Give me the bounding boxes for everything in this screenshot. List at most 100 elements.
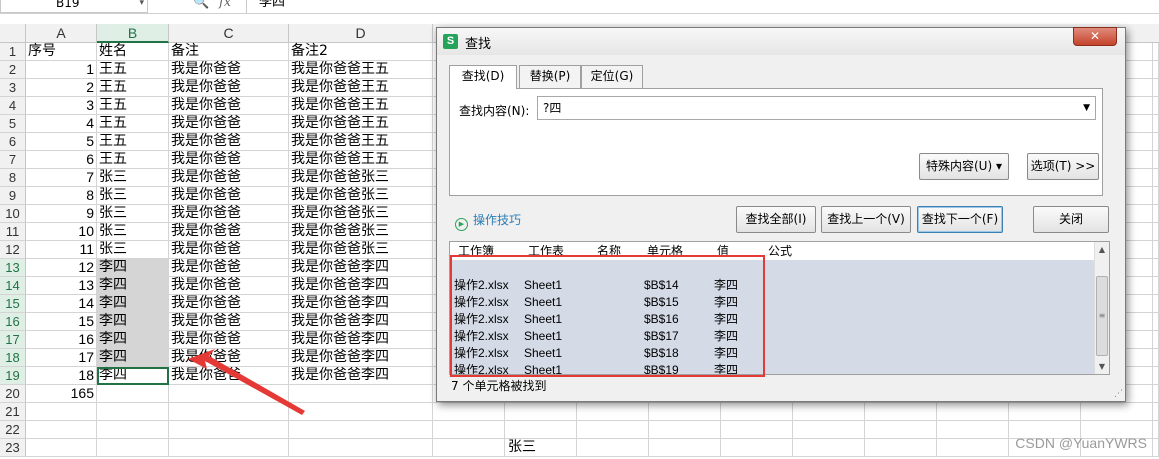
cell-d2[interactable]: 我是你爸爸王五 — [289, 61, 433, 79]
find-prev-button[interactable]: 查找上一个(V) — [821, 206, 911, 233]
name-box[interactable]: B19 ▾ — [0, 0, 148, 13]
cell-c10[interactable]: 我是你爸爸 — [169, 205, 289, 223]
cell-b8[interactable]: 张三 — [97, 169, 169, 187]
cell-c2[interactable]: 我是你爸爸 — [169, 61, 289, 79]
cell-c3[interactable]: 我是你爸爸 — [169, 79, 289, 97]
cell-b10[interactable]: 张三 — [97, 205, 169, 223]
cell-b15[interactable]: 李四 — [97, 295, 169, 313]
scroll-down-icon[interactable]: ▼ — [1095, 359, 1109, 374]
row-header[interactable]: 16 — [0, 313, 26, 331]
tab-find[interactable]: 查找(D) — [449, 65, 517, 89]
cell-b11[interactable]: 张三 — [97, 223, 169, 241]
cell-b21[interactable] — [97, 403, 169, 421]
cell-d9[interactable]: 我是你爸爸张三 — [289, 187, 433, 205]
row-header[interactable]: 14 — [0, 277, 26, 295]
cell-b12[interactable]: 张三 — [97, 241, 169, 259]
cell-b23[interactable] — [97, 439, 169, 457]
scroll-up-icon[interactable]: ▲ — [1095, 242, 1109, 257]
cell-d11[interactable]: 我是你爸爸张三 — [289, 223, 433, 241]
cell-c9[interactable]: 我是你爸爸 — [169, 187, 289, 205]
row-header[interactable]: 21 — [0, 403, 26, 421]
cell-c14[interactable]: 我是你爸爸 — [169, 277, 289, 295]
cell-c7[interactable]: 我是你爸爸 — [169, 151, 289, 169]
cell-a16[interactable]: 15 — [26, 313, 97, 331]
row-header[interactable]: 17 — [0, 331, 26, 349]
tab-goto[interactable]: 定位(G) — [581, 65, 643, 88]
cell-a6[interactable]: 5 — [26, 133, 97, 151]
cell-b7[interactable]: 王五 — [97, 151, 169, 169]
row-header[interactable]: 15 — [0, 295, 26, 313]
cell-d6[interactable]: 我是你爸爸王五 — [289, 133, 433, 151]
select-all-corner[interactable] — [0, 24, 26, 43]
cell-d1[interactable]: 备注2 — [289, 43, 433, 61]
formula-input[interactable]: 李四 — [246, 0, 1159, 13]
cell-b9[interactable]: 张三 — [97, 187, 169, 205]
cell-c16[interactable]: 我是你爸爸 — [169, 313, 289, 331]
find-input[interactable]: ?四 ▼ — [537, 96, 1096, 120]
empty-cells[interactable] — [433, 403, 1159, 421]
row-header[interactable]: 2 — [0, 61, 26, 79]
cell-a15[interactable]: 14 — [26, 295, 97, 313]
row-header[interactable]: 3 — [0, 79, 26, 97]
options-button[interactable]: 选项(T) >> — [1027, 153, 1099, 180]
cell-c8[interactable]: 我是你爸爸 — [169, 169, 289, 187]
cell-a18[interactable]: 17 — [26, 349, 97, 367]
row-header[interactable]: 18 — [0, 349, 26, 367]
cell-c23[interactable] — [169, 439, 289, 457]
cell-d17[interactable]: 我是你爸爸李四 — [289, 331, 433, 349]
cell-d22[interactable] — [289, 421, 433, 439]
cell-d15[interactable]: 我是你爸爸李四 — [289, 295, 433, 313]
cell-c5[interactable]: 我是你爸爸 — [169, 115, 289, 133]
cell-d4[interactable]: 我是你爸爸王五 — [289, 97, 433, 115]
row-header[interactable]: 6 — [0, 133, 26, 151]
row-header[interactable]: 4 — [0, 97, 26, 115]
cell-d12[interactable]: 我是你爸爸张三 — [289, 241, 433, 259]
resize-grip-icon[interactable]: ⋰ — [1114, 389, 1123, 399]
cell-c11[interactable]: 我是你爸爸 — [169, 223, 289, 241]
close-button[interactable]: 关闭 — [1033, 206, 1109, 233]
row-header[interactable]: 7 — [0, 151, 26, 169]
dialog-titlebar[interactable]: S 查找 ✕ — [437, 27, 1125, 55]
cell-d21[interactable] — [289, 403, 433, 421]
cell-b17[interactable]: 李四 — [97, 331, 169, 349]
cell-d3[interactable]: 我是你爸爸王五 — [289, 79, 433, 97]
tips-link[interactable]: ▶ 操作技巧 — [455, 211, 521, 231]
special-content-button[interactable]: 特殊内容(U) ▾ — [919, 153, 1009, 180]
results-scrollbar[interactable]: ▲ ≡ ▼ — [1094, 242, 1109, 374]
cell-b3[interactable]: 王五 — [97, 79, 169, 97]
row-header[interactable]: 11 — [0, 223, 26, 241]
row-header[interactable]: 22 — [0, 421, 26, 439]
cell-c1[interactable]: 备注 — [169, 43, 289, 61]
cell-a4[interactable]: 3 — [26, 97, 97, 115]
cell-b20[interactable] — [97, 385, 169, 403]
cell-d8[interactable]: 我是你爸爸张三 — [289, 169, 433, 187]
cell-d19[interactable]: 我是你爸爸李四 — [289, 367, 433, 385]
find-next-button[interactable]: 查找下一个(F) — [917, 206, 1003, 233]
cell-extra-value[interactable]: 张三 — [508, 439, 536, 456]
row-header[interactable]: 23 — [0, 439, 26, 457]
cell-a11[interactable]: 10 — [26, 223, 97, 241]
cell-c15[interactable]: 我是你爸爸 — [169, 295, 289, 313]
cell-d20[interactable] — [289, 385, 433, 403]
cell-d16[interactable]: 我是你爸爸李四 — [289, 313, 433, 331]
cell-a22[interactable] — [26, 421, 97, 439]
cell-d7[interactable]: 我是你爸爸王五 — [289, 151, 433, 169]
zoom-icon[interactable]: 🔍 — [193, 0, 209, 10]
chevron-down-icon[interactable]: ▾ — [139, 0, 144, 12]
cell-c13[interactable]: 我是你爸爸 — [169, 259, 289, 277]
cell-b5[interactable]: 王五 — [97, 115, 169, 133]
cell-c22[interactable] — [169, 421, 289, 439]
column-header-c[interactable]: C — [169, 24, 289, 43]
cell-b18[interactable]: 李四 — [97, 349, 169, 367]
close-icon[interactable]: ✕ — [1073, 27, 1117, 46]
cell-d18[interactable]: 我是你爸爸李四 — [289, 349, 433, 367]
scroll-thumb[interactable]: ≡ — [1096, 276, 1108, 356]
cell-b2[interactable]: 王五 — [97, 61, 169, 79]
cell-b16[interactable]: 李四 — [97, 313, 169, 331]
function-icon[interactable]: fx — [219, 0, 231, 10]
cell-c6[interactable]: 我是你爸爸 — [169, 133, 289, 151]
cell-a9[interactable]: 8 — [26, 187, 97, 205]
row-header[interactable]: 5 — [0, 115, 26, 133]
column-header-b[interactable]: B — [97, 24, 169, 43]
cell-b6[interactable]: 王五 — [97, 133, 169, 151]
